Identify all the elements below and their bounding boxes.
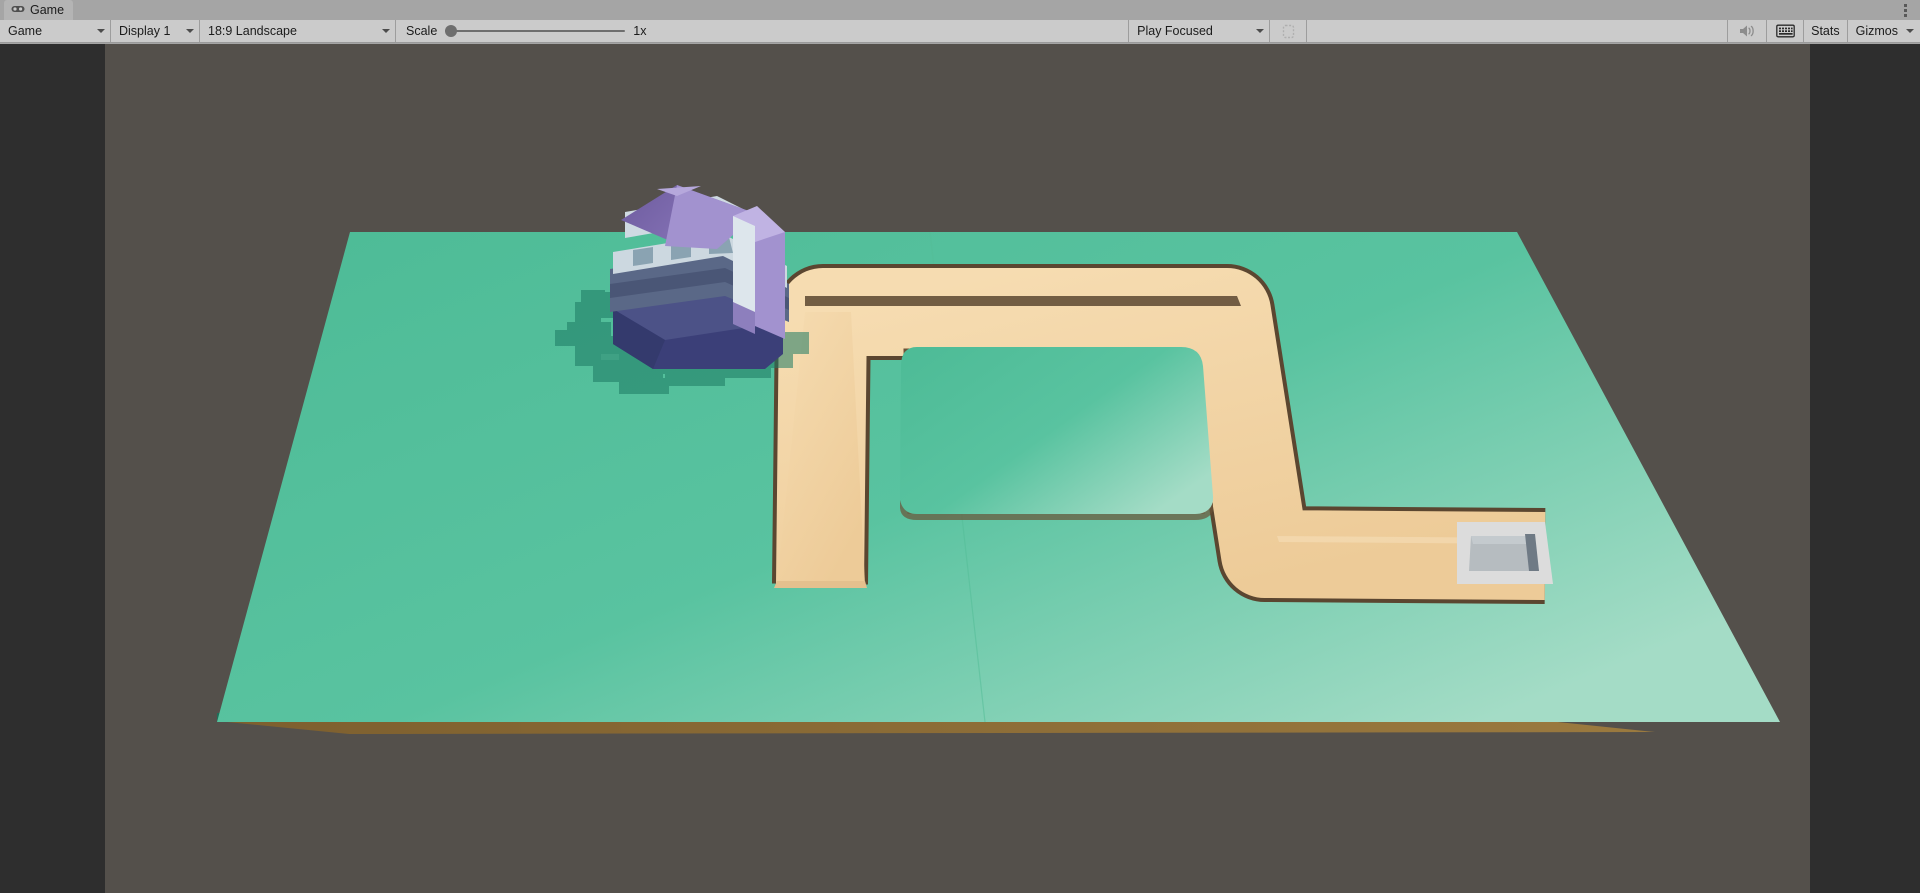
scale-slider-track [445,30,626,32]
letterbox-right [1810,44,1920,893]
aspect-ratio-label: 18:9 Landscape [208,24,297,38]
low-resolution-aspect-ratios-toggle[interactable] [1270,20,1306,42]
scene-svg [105,44,1810,893]
spawn-tile-pad-top [1471,536,1533,544]
play-mode-label: Play Focused [1137,24,1213,38]
scale-slider[interactable] [445,24,626,38]
aspect-ratio-dropdown[interactable]: 18:9 Landscape [200,20,395,42]
display-label: Display 1 [119,24,171,38]
stats-button[interactable]: Stats [1804,20,1847,42]
tab-game[interactable]: Game [4,0,74,20]
scale-value-label: 1x [633,24,647,38]
chevron-down-icon [1256,29,1265,33]
display-dropdown[interactable]: Display 1 [111,20,199,42]
castle-wall-highlight [733,216,755,312]
frame-debug-icon[interactable] [1767,20,1803,42]
chevron-down-icon[interactable] [1906,29,1914,33]
game-render-area[interactable] [0,44,1920,893]
play-mode-dropdown[interactable]: Play Focused [1129,20,1269,42]
game-toolbar: Game Display 1 18:9 Landscape Scale 1x P… [0,20,1920,43]
player-castle [610,185,789,369]
mute-audio-button[interactable] [1728,20,1766,42]
stats-label: Stats [1811,24,1840,38]
tab-strip: Game [0,0,1920,20]
chevron-down-icon [97,29,105,33]
kebab-menu-icon[interactable] [1898,3,1912,18]
chevron-down-icon [186,29,194,33]
game-window: Game Game Display 1 18:9 Landscape Scale [0,0,1920,893]
gizmos-label: Gizmos [1855,24,1898,38]
spawn-tile [1457,522,1553,584]
tab-game-label: Game [30,3,65,17]
terrain-dirt-side [217,721,1655,734]
gamepad-icon [11,3,25,17]
scale-control: Scale 1x [396,20,667,42]
chevron-down-icon [382,29,390,33]
scale-label: Scale [406,24,438,38]
path-north-rim [805,296,1241,306]
view-mode-label: Game [8,24,43,38]
rendered-scene [105,44,1810,893]
gizmos-button[interactable]: Gizmos [1848,20,1920,42]
view-mode-dropdown[interactable]: Game [0,20,110,42]
path-inner-island [899,347,1214,514]
toolbar-empty-area [1307,20,1728,42]
path-left-leg-end [774,581,867,588]
letterbox-left [0,44,105,893]
scale-slider-knob[interactable] [445,25,458,37]
